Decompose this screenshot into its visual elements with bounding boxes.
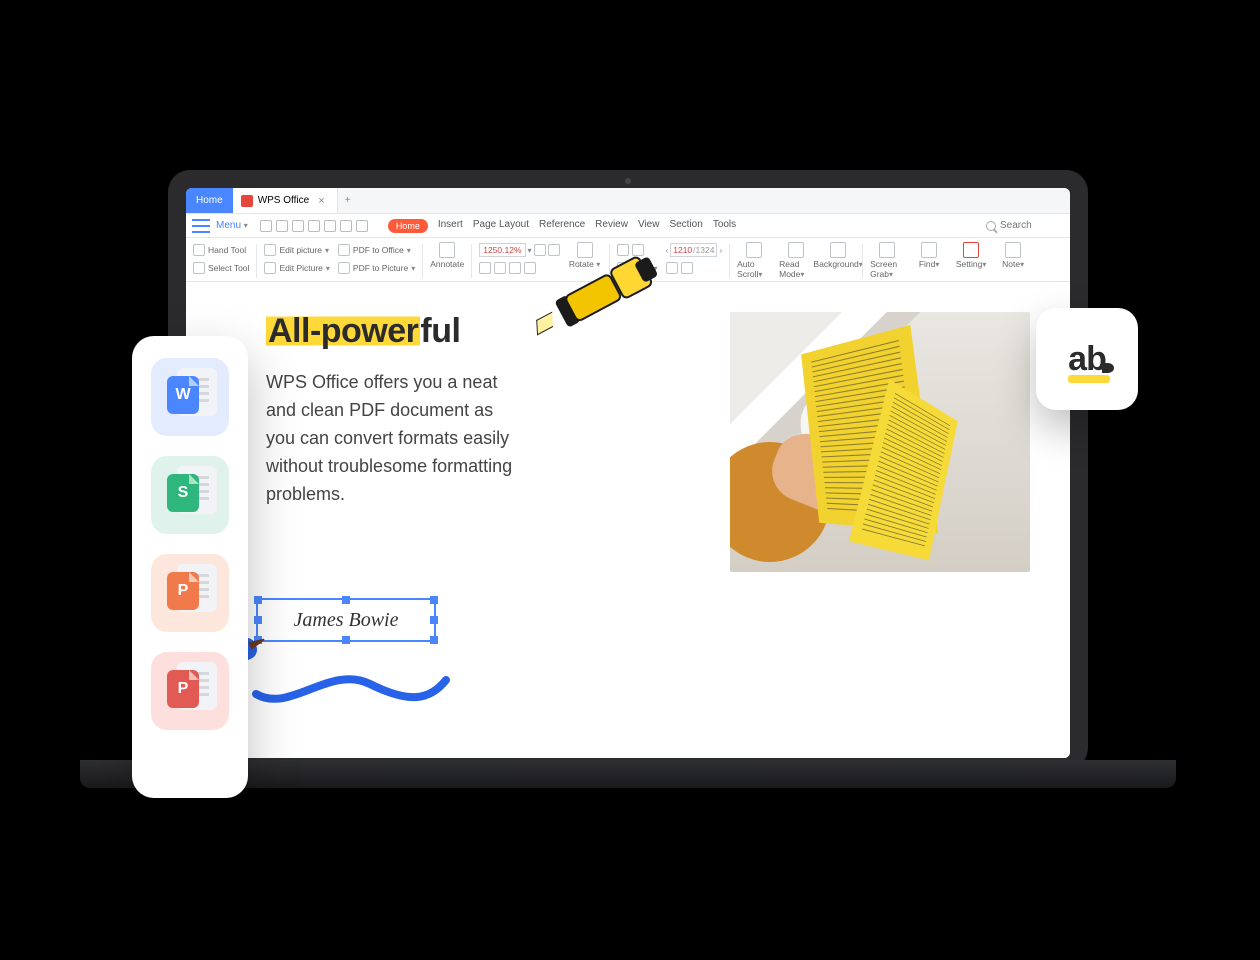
menu-button[interactable]: Menu ▾: [216, 220, 254, 231]
zoom-tools: [479, 260, 559, 276]
writer-icon: W: [167, 376, 199, 414]
scroll-icon: [746, 242, 762, 258]
hero-image: [730, 312, 1030, 572]
tab-home[interactable]: Home: [186, 188, 233, 213]
pdf-to-office-button[interactable]: PDF to Office▾: [338, 242, 415, 258]
page-current[interactable]: 1210: [673, 245, 692, 255]
screen-grab-button[interactable]: Screen Grab▾: [867, 242, 907, 279]
zoom-value[interactable]: 1250.12%: [479, 243, 525, 257]
edit-icon: [264, 244, 276, 256]
rotate-button[interactable]: Rotate ▾: [565, 242, 605, 269]
hand-icon: [193, 244, 205, 256]
app-spreadsheet-button[interactable]: S: [151, 456, 229, 534]
annotate-icon: [439, 242, 455, 258]
add-tab-button[interactable]: +: [338, 195, 358, 206]
pdf-to-picture-button[interactable]: PDF to Picture▾: [338, 260, 415, 276]
convert-icon: [338, 244, 350, 256]
fit-icon[interactable]: [494, 262, 506, 274]
ribbon-tab-review[interactable]: Review: [595, 219, 628, 233]
edit-icon: [264, 262, 276, 274]
redo-icon[interactable]: [356, 220, 368, 232]
read-mode-button[interactable]: Read Mode▾: [776, 242, 816, 279]
fit-icon[interactable]: [509, 262, 521, 274]
qa-icon[interactable]: [324, 220, 336, 232]
background-button[interactable]: Background▾: [818, 242, 858, 269]
tab-document-label: WPS Office: [258, 195, 310, 206]
fit-icon[interactable]: [479, 262, 491, 274]
cursor-icon: [193, 262, 205, 274]
zoom-in-icon[interactable]: [548, 244, 560, 256]
quick-access: [254, 220, 374, 232]
thumb-icon[interactable]: [666, 262, 678, 274]
annotate-button[interactable]: Annotate: [427, 242, 467, 269]
title-bar: Home WPS Office × +: [186, 188, 1070, 214]
page-icon[interactable]: [617, 244, 629, 256]
signature-text: James Bowie: [294, 609, 399, 632]
tab-document[interactable]: WPS Office ×: [233, 188, 338, 213]
qa-icon[interactable]: [308, 220, 320, 232]
app-pdf-button[interactable]: P: [151, 652, 229, 730]
menu-bar: Menu ▾ Home Insert Page Layout Reference…: [186, 214, 1070, 238]
qa-icon[interactable]: [276, 220, 288, 232]
qa-icon[interactable]: [260, 220, 272, 232]
page-total: /1324: [693, 245, 714, 255]
setting-button[interactable]: Setting▾: [951, 242, 991, 269]
qa-icon[interactable]: [292, 220, 304, 232]
find-button[interactable]: Find▾: [909, 242, 949, 269]
rotate-icon: [577, 242, 593, 258]
edit-picture2-button[interactable]: Edit Picture▾: [264, 260, 329, 276]
app-writer-button[interactable]: W: [151, 358, 229, 436]
ab-badge: ab: [1036, 308, 1138, 410]
search-icon: [921, 242, 937, 258]
presentation-icon: P: [167, 572, 199, 610]
apps-sidebar: W S P P: [132, 336, 248, 798]
auto-scroll-button[interactable]: Auto Scroll▾: [734, 242, 774, 279]
headline-highlighted: All-power: [266, 312, 420, 350]
ab-logo: ab: [1068, 340, 1106, 379]
spreadsheet-icon: S: [167, 474, 199, 512]
capture-icon: [879, 242, 895, 258]
undo-icon[interactable]: [340, 220, 352, 232]
body-text: WPS Office offers you a neat and clean P…: [266, 369, 526, 508]
search-box[interactable]: [986, 220, 1060, 231]
thumb-icon[interactable]: [681, 262, 693, 274]
search-icon: [986, 221, 996, 231]
page-navigator[interactable]: ‹ 1210/1324 ›: [666, 242, 723, 258]
select-tool-button[interactable]: Select Tool: [193, 260, 249, 276]
hand-tool-button[interactable]: Hand Tool: [193, 242, 249, 258]
ribbon-tab-page-layout[interactable]: Page Layout: [473, 219, 529, 233]
image-icon: [338, 262, 350, 274]
gear-icon: [963, 242, 979, 258]
headline-rest: ful: [420, 312, 460, 350]
zoom-control[interactable]: 1250.12%▾: [479, 242, 559, 258]
signature-selection[interactable]: James Bowie: [256, 598, 436, 656]
ribbon-tab-home[interactable]: Home: [388, 219, 428, 233]
tab-close-button[interactable]: ×: [314, 195, 328, 207]
moon-icon: [830, 242, 846, 258]
ribbon-tab-tools[interactable]: Tools: [713, 219, 736, 233]
book-icon: [788, 242, 804, 258]
zoom-out-icon[interactable]: [534, 244, 546, 256]
next-page-button[interactable]: ›: [719, 246, 722, 255]
ribbon-tab-section[interactable]: Section: [669, 219, 702, 233]
fit-icon[interactable]: [524, 262, 536, 274]
hamburger-icon[interactable]: [192, 219, 210, 233]
edit-picture-button[interactable]: Edit picture▾: [264, 242, 329, 258]
search-input[interactable]: [1000, 220, 1060, 231]
note-icon: [1005, 242, 1021, 258]
signature-stroke: [250, 660, 450, 720]
note-button[interactable]: Note▾: [993, 242, 1033, 269]
ribbon-tab-view[interactable]: View: [638, 219, 660, 233]
ribbon-tab-insert[interactable]: Insert: [438, 219, 463, 233]
pdf-app-icon: P: [167, 670, 199, 708]
prev-page-button[interactable]: ‹: [666, 246, 669, 255]
camera-dot: [625, 178, 631, 184]
app-presentation-button[interactable]: P: [151, 554, 229, 632]
ribbon-tab-reference[interactable]: Reference: [539, 219, 585, 233]
ribbon-tabs: Home Insert Page Layout Reference Review…: [388, 219, 736, 233]
pdf-icon: [241, 195, 253, 207]
